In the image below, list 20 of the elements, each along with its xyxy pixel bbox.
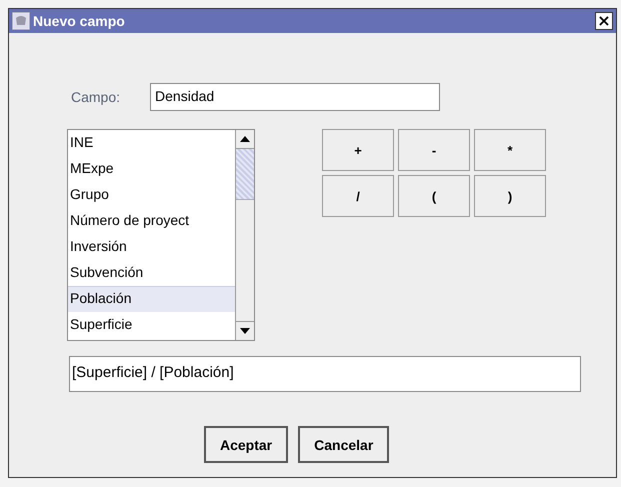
window-title: Nuevo campo <box>33 13 126 29</box>
operator-button[interactable]: - <box>398 129 470 171</box>
up-arrow-icon[interactable] <box>240 136 250 142</box>
operator-button[interactable]: ) <box>474 175 546 217</box>
operator-button[interactable]: + <box>322 129 394 171</box>
close-button[interactable]: × <box>595 12 613 30</box>
operator-button[interactable]: ( <box>398 175 470 217</box>
down-arrow-icon[interactable] <box>240 328 250 334</box>
expression-field[interactable]: [Superficie] / [Población] <box>69 356 581 392</box>
name-field[interactable]: Densidad <box>150 83 440 111</box>
field-label: Campo: <box>71 89 120 105</box>
scroll-thumb[interactable] <box>236 149 254 200</box>
accept-button[interactable]: Aceptar <box>204 426 288 463</box>
field-list[interactable]: INE MExpe Grupo Número de proyect Inversión Subvención Población Superficie <box>67 129 255 341</box>
app-icon <box>12 12 30 30</box>
scrollbar[interactable] <box>235 130 254 340</box>
operator-button[interactable]: / <box>322 175 394 217</box>
operator-button[interactable]: * <box>474 129 546 171</box>
cancel-button[interactable]: Cancelar <box>298 426 390 463</box>
list-item[interactable]: Población <box>68 286 235 312</box>
